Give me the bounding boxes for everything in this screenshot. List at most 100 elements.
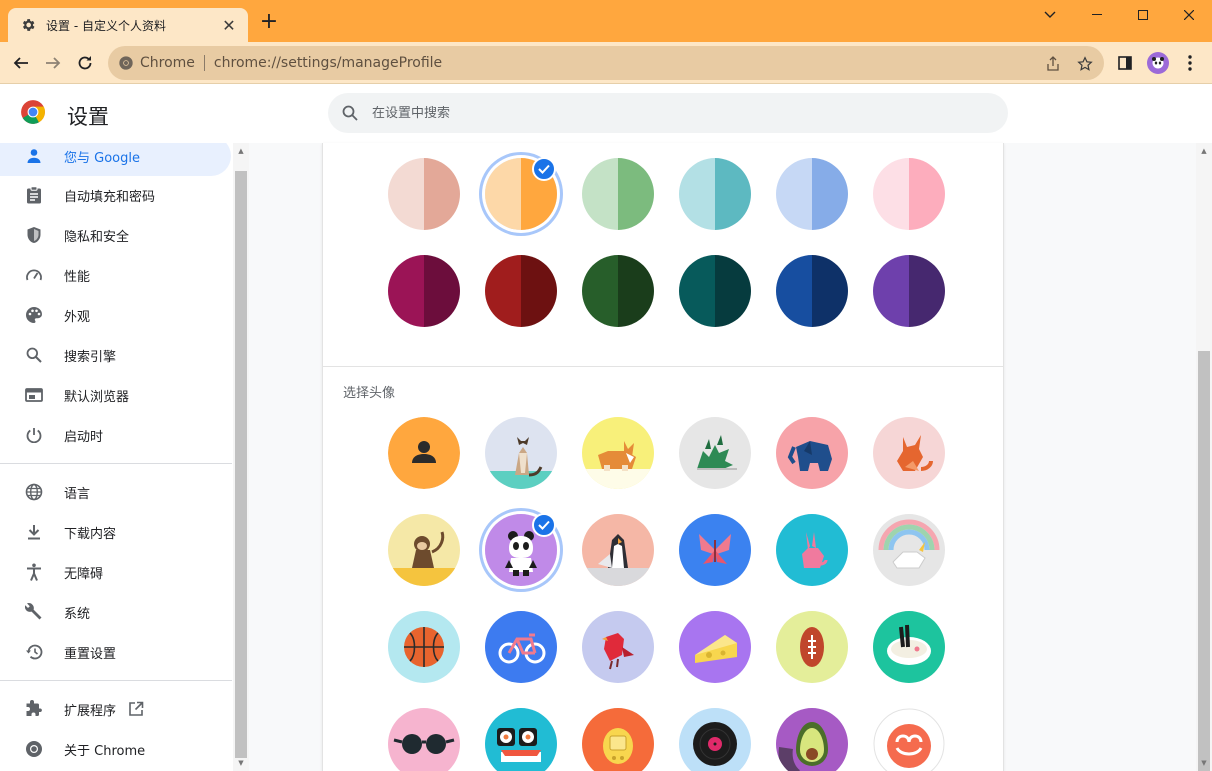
avatar-basketball[interactable] (388, 611, 460, 683)
sidebar-item-default-browser[interactable]: 默认浏览器 (0, 375, 232, 415)
avatar-rabbit[interactable] (776, 514, 848, 586)
accessibility-icon (24, 562, 44, 582)
chrome-icon (119, 56, 133, 70)
back-button[interactable] (8, 50, 34, 76)
scroll-up-arrow[interactable]: ▲ (237, 147, 245, 155)
maximize-icon (1138, 10, 1148, 20)
forward-arrow-icon (46, 57, 61, 69)
tab-strip: 设置 - 自定义个人资料 ✕ + (0, 0, 1212, 42)
avatar-sunglasses[interactable] (388, 708, 460, 771)
color-theme-forest[interactable] (582, 255, 654, 327)
color-theme-teal[interactable] (679, 158, 751, 230)
scrollbar-thumb[interactable] (235, 171, 247, 758)
search-input[interactable] (372, 105, 932, 121)
scrollbar-thumb[interactable] (1198, 351, 1210, 771)
sidebar: 您与 Google 自动填充和密码 隐私和安全 性能 外观 搜索引擎 默认浏览器… (0, 143, 232, 771)
scroll-down-arrow[interactable]: ▼ (1200, 759, 1208, 767)
avatar-penguin[interactable] (582, 514, 654, 586)
sidebar-item-label: 关于 Chrome (64, 743, 146, 759)
color-theme-purple[interactable] (873, 255, 945, 327)
avatar-cat[interactable] (485, 417, 557, 489)
sidebar-item-performance[interactable]: 性能 (0, 255, 232, 295)
color-theme-dark-teal[interactable] (679, 255, 751, 327)
color-theme-pink[interactable] (873, 158, 945, 230)
avatar-tamagotchi[interactable] (582, 708, 654, 771)
avatar-bird[interactable] (582, 611, 654, 683)
color-theme-blue[interactable] (776, 158, 848, 230)
sidebar-item-search-engine[interactable]: 搜索引擎 (0, 335, 232, 375)
scroll-down-arrow[interactable]: ▼ (237, 759, 245, 767)
settings-header: 设置 (0, 85, 1212, 143)
sidebar-item-languages[interactable]: 语言 (0, 472, 232, 512)
card-divider (322, 366, 1004, 367)
avatar-cheese[interactable] (679, 611, 751, 683)
chrome-icon (24, 739, 44, 759)
sidebar-item-you-and-google[interactable]: 您与 Google (0, 143, 231, 176)
avatar-sushi[interactable] (485, 708, 557, 771)
avatar-smiley[interactable] (873, 708, 945, 771)
gear-icon (22, 19, 35, 31)
sidebar-item-autofill[interactable]: 自动填充和密码 (0, 175, 232, 215)
avatar-unicorn[interactable] (873, 514, 945, 586)
download-icon (24, 522, 44, 542)
tab-search-button[interactable] (1027, 0, 1073, 30)
sidebar-item-reset[interactable]: 重置设置 (0, 632, 232, 672)
avatar-avocado[interactable] (776, 708, 848, 771)
sidebar-item-on-startup[interactable]: 启动时 (0, 415, 232, 455)
sidebar-item-downloads[interactable]: 下载内容 (0, 512, 232, 552)
avatar-dragon[interactable] (679, 417, 751, 489)
minimize-button[interactable] (1074, 0, 1120, 30)
color-theme-green[interactable] (582, 158, 654, 230)
sidebar-item-appearance[interactable]: 外观 (0, 295, 232, 335)
menu-button[interactable] (1177, 50, 1203, 76)
selected-check-icon (532, 513, 556, 537)
avatar-ramen[interactable] (873, 611, 945, 683)
avatar-monkey[interactable] (388, 514, 460, 586)
color-theme-magenta[interactable] (388, 255, 460, 327)
omnibox-site-chip: Chrome (140, 55, 195, 71)
tab-settings[interactable]: 设置 - 自定义个人资料 ✕ (8, 8, 248, 42)
sidebar-item-accessibility[interactable]: 无障碍 (0, 552, 232, 592)
search-icon (342, 105, 358, 121)
wrench-icon (24, 602, 44, 622)
color-theme-red[interactable] (485, 255, 557, 327)
maximize-button[interactable] (1120, 0, 1166, 30)
avatar-elephant[interactable] (776, 417, 848, 489)
power-icon (24, 425, 44, 445)
open-in-new-icon (129, 701, 144, 716)
avatar-fox[interactable] (873, 417, 945, 489)
back-arrow-icon (13, 57, 28, 69)
scroll-up-arrow[interactable]: ▲ (1200, 147, 1208, 155)
close-tab-icon[interactable]: ✕ (220, 16, 238, 35)
profile-avatar-button[interactable] (1147, 52, 1169, 74)
settings-search[interactable] (328, 93, 1008, 133)
avatar-section-label: 选择头像 (343, 386, 396, 401)
palette-icon (24, 305, 44, 325)
sidebar-item-extensions[interactable]: 扩展程序 (0, 689, 232, 729)
sidebar-scrollbar[interactable]: ▲ ▼ (233, 143, 249, 771)
side-panel-button[interactable] (1112, 50, 1138, 76)
forward-button[interactable] (40, 50, 66, 76)
chevron-down-icon (1044, 11, 1056, 18)
omnibox-url[interactable]: chrome://settings/manageProfile (214, 55, 442, 71)
avatar-bike[interactable] (485, 611, 557, 683)
avatar-football[interactable] (776, 611, 848, 683)
omnibox[interactable]: Chrome chrome://settings/manageProfile (108, 46, 1104, 80)
panda-avatar-icon (1152, 57, 1164, 69)
color-theme-navy[interactable] (776, 255, 848, 327)
color-theme-rose[interactable] (388, 158, 460, 230)
bookmark-star-button[interactable] (1075, 54, 1095, 74)
close-window-button[interactable] (1166, 0, 1212, 30)
share-button[interactable] (1043, 54, 1063, 74)
new-tab-button[interactable]: + (258, 11, 280, 34)
sidebar-item-privacy[interactable]: 隐私和安全 (0, 215, 232, 255)
sidebar-item-about-chrome[interactable]: 关于 Chrome (0, 729, 232, 769)
avatar-corgi[interactable] (582, 417, 654, 489)
sidebar-item-system[interactable]: 系统 (0, 592, 232, 632)
main-scrollbar[interactable]: ▲ ▼ (1196, 143, 1212, 771)
avatar-butterfly[interactable] (679, 514, 751, 586)
avatar-vinyl[interactable] (679, 708, 751, 771)
reload-button[interactable] (72, 50, 98, 76)
share-icon (1047, 56, 1059, 71)
avatar-generic-person[interactable] (388, 417, 460, 489)
